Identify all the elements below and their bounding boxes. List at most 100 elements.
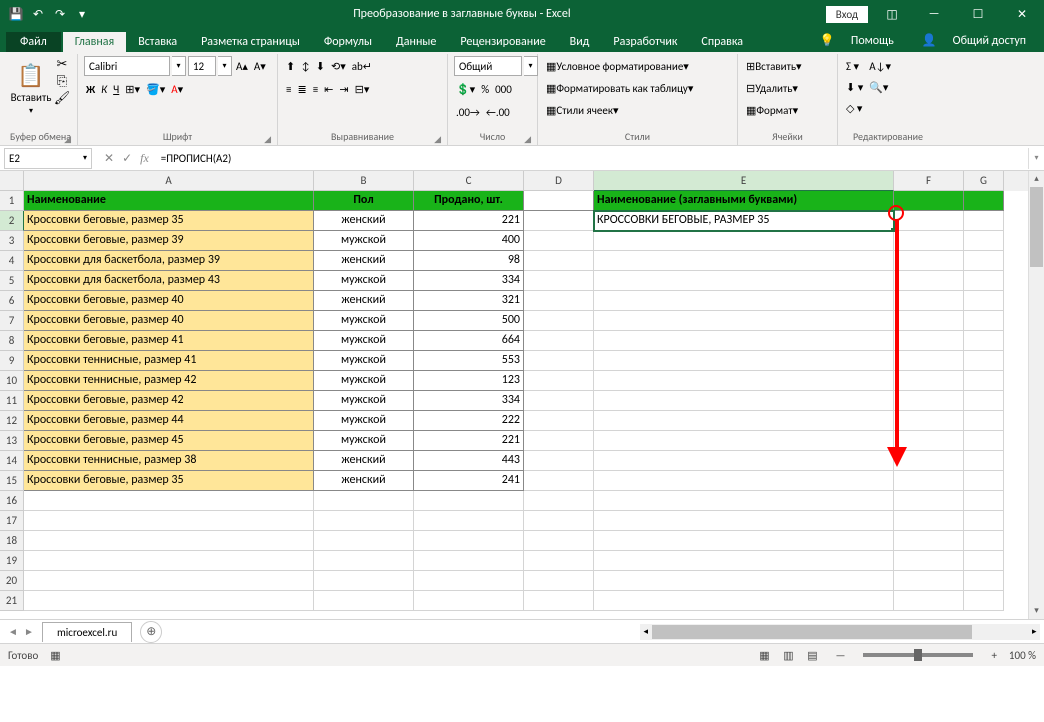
row-header[interactable]: 4 [0, 251, 24, 271]
cell[interactable] [964, 211, 1004, 231]
cell[interactable]: Кроссовки теннисные, размер 41 [24, 351, 314, 371]
cell[interactable] [524, 351, 594, 371]
cell[interactable] [524, 591, 594, 611]
cell[interactable] [24, 531, 314, 551]
row-headers[interactable]: 123456789101112131415161718192021 [0, 191, 24, 619]
cell[interactable] [524, 511, 594, 531]
cell[interactable] [414, 491, 524, 511]
cell[interactable] [414, 571, 524, 591]
cell[interactable]: Продано, шт. [414, 191, 524, 211]
column-header[interactable]: A [24, 171, 314, 191]
tab-layout[interactable]: Разметка страницы [189, 32, 312, 52]
copy-icon[interactable]: ⎘ [54, 73, 70, 89]
cell[interactable] [964, 591, 1004, 611]
tab-data[interactable]: Данные [384, 32, 448, 52]
column-header[interactable]: E [594, 171, 894, 191]
cell[interactable] [964, 351, 1004, 371]
cell[interactable] [894, 191, 964, 211]
cell[interactable]: мужской [314, 231, 414, 251]
cell[interactable]: 553 [414, 351, 524, 371]
row-header[interactable]: 15 [0, 471, 24, 491]
format-as-table-button[interactable]: ▦ Форматировать как таблицу ▾ [544, 78, 695, 98]
format-painter-icon[interactable]: 🖌 [54, 90, 70, 106]
cell[interactable]: Кроссовки для баскетбола, размер 39 [24, 251, 314, 271]
cell[interactable] [894, 331, 964, 351]
cell[interactable] [524, 371, 594, 391]
scrollbar-thumb[interactable] [652, 625, 972, 639]
cell[interactable] [524, 471, 594, 491]
redo-icon[interactable]: ↷ [50, 4, 70, 24]
row-header[interactable]: 21 [0, 591, 24, 611]
cell[interactable] [24, 571, 314, 591]
cell[interactable]: 241 [414, 471, 524, 491]
cell[interactable] [524, 431, 594, 451]
cell[interactable]: Кроссовки беговые, размер 35 [24, 471, 314, 491]
column-header[interactable]: B [314, 171, 414, 191]
align-top-icon[interactable]: ⬆ [284, 56, 297, 76]
cell[interactable] [594, 271, 894, 291]
align-middle-icon[interactable]: ↕ [299, 56, 312, 76]
cell[interactable] [964, 291, 1004, 311]
decrease-decimal-icon[interactable]: ←.00 [484, 102, 512, 122]
row-header[interactable]: 9 [0, 351, 24, 371]
cell[interactable] [594, 371, 894, 391]
cell[interactable] [964, 531, 1004, 551]
fill-color-icon[interactable]: 🪣▾ [144, 79, 167, 99]
share-button[interactable]: 👤Общий доступ [910, 29, 1038, 52]
cell[interactable] [894, 231, 964, 251]
cell[interactable] [594, 471, 894, 491]
cell[interactable] [964, 251, 1004, 271]
chevron-down-icon[interactable]: ▾ [218, 56, 232, 76]
formula-input[interactable] [157, 148, 1028, 169]
cell[interactable] [414, 591, 524, 611]
cell[interactable]: 221 [414, 431, 524, 451]
align-bottom-icon[interactable]: ⬇ [314, 56, 327, 76]
worksheet-grid[interactable]: ABCDEFG 12345678910111213141516171819202… [0, 171, 1044, 619]
cell[interactable] [524, 411, 594, 431]
cell[interactable] [594, 331, 894, 351]
cell[interactable] [594, 531, 894, 551]
scroll-up-icon[interactable]: ▴ [1029, 171, 1044, 187]
cell[interactable] [964, 491, 1004, 511]
tab-review[interactable]: Рецензирование [448, 32, 557, 52]
tell-me[interactable]: 💡Помощь [808, 29, 906, 52]
horizontal-scrollbar[interactable]: ◂ ▸ [640, 624, 1040, 640]
scroll-left-icon[interactable]: ◂ [640, 626, 652, 637]
cell[interactable] [594, 511, 894, 531]
cell[interactable] [964, 191, 1004, 211]
row-header[interactable]: 8 [0, 331, 24, 351]
cell[interactable]: Кроссовки беговые, размер 41 [24, 331, 314, 351]
decrease-indent-icon[interactable]: ⇤ [322, 79, 335, 99]
cell[interactable] [894, 351, 964, 371]
scroll-right-icon[interactable]: ▸ [1028, 626, 1040, 637]
zoom-out-icon[interactable]: — [835, 649, 845, 662]
cell[interactable] [24, 491, 314, 511]
cell[interactable]: мужской [314, 351, 414, 371]
cell[interactable] [894, 371, 964, 391]
ribbon-display-icon[interactable]: ◫ [878, 7, 906, 22]
cell[interactable] [964, 411, 1004, 431]
cell[interactable]: Кроссовки беговые, размер 35 [24, 211, 314, 231]
row-header[interactable]: 14 [0, 451, 24, 471]
number-format-select[interactable] [454, 56, 522, 76]
cell[interactable] [964, 311, 1004, 331]
sheet-nav-next-icon[interactable]: ► [22, 625, 36, 638]
cell[interactable] [964, 471, 1004, 491]
tab-insert[interactable]: Вставка [126, 32, 189, 52]
sort-filter-icon[interactable]: A↓▾ [867, 56, 893, 76]
cell[interactable]: 321 [414, 291, 524, 311]
tab-file[interactable]: Файл [6, 32, 61, 52]
page-layout-icon[interactable]: ▥ [777, 646, 799, 664]
paste-button[interactable]: 📋 Вставить▾ [10, 56, 52, 122]
normal-view-icon[interactable]: ▦ [753, 646, 775, 664]
name-box[interactable]: E2▾ [4, 148, 92, 169]
cell[interactable] [594, 451, 894, 471]
qat-more-icon[interactable]: ▾ [72, 4, 92, 24]
increase-indent-icon[interactable]: ⇥ [337, 79, 350, 99]
row-header[interactable]: 5 [0, 271, 24, 291]
cell[interactable] [314, 551, 414, 571]
zoom-level[interactable]: 100 % [1009, 649, 1036, 662]
sheet-tab[interactable]: microexcel.ru [42, 622, 132, 642]
insert-cells-button[interactable]: ⊞ Вставить ▾ [744, 56, 804, 76]
cell[interactable] [594, 551, 894, 571]
